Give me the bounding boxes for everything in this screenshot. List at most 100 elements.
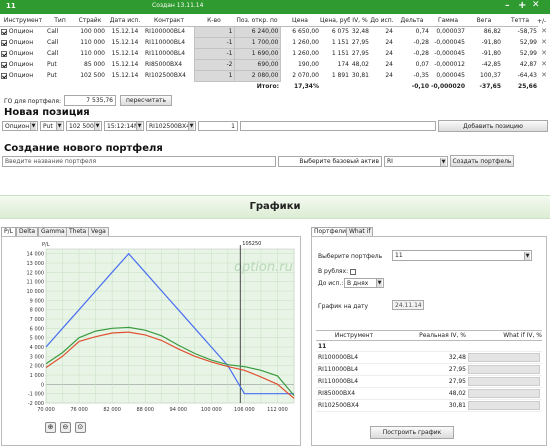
col-instrument[interactable]: Инструмент	[0, 16, 46, 27]
rub-checkbox[interactable]	[350, 268, 356, 275]
tab-gamma[interactable]: Gamma	[38, 227, 68, 236]
whatif-iv-field[interactable]	[468, 365, 540, 374]
x-tick-label: 106 000	[234, 407, 255, 413]
price-field[interactable]	[240, 121, 436, 131]
row-price-rub: 6 075	[331, 28, 349, 36]
go-value-field: 7 535,76	[64, 95, 116, 106]
delete-icon[interactable]: ✕	[538, 71, 550, 82]
tab-delta[interactable]: Delta	[16, 227, 39, 236]
whatif-iv-field[interactable]	[468, 353, 540, 362]
delete-icon[interactable]: ✕	[538, 38, 550, 49]
col-theta[interactable]: Тетта	[502, 16, 538, 27]
add-column-link[interactable]: +/-	[537, 18, 546, 25]
col-days[interactable]: До исп.	[370, 16, 394, 27]
add-position-button[interactable]: Добавить позицию	[438, 120, 548, 132]
row-contract: RI85000BX4	[145, 61, 183, 68]
row-iv: 27,95	[351, 50, 369, 57]
delete-icon[interactable]: ✕	[538, 49, 550, 60]
close-icon[interactable]: ✕	[532, 0, 540, 10]
col-gamma[interactable]: Гамма	[430, 16, 466, 27]
row-open-price[interactable]: 6 240,00	[233, 25, 281, 38]
row-delta: -0,35	[413, 72, 429, 79]
zoom-reset-icon[interactable]: ⊙	[74, 422, 86, 433]
whatif-real-iv: 32,48	[448, 354, 466, 361]
col-price[interactable]: Цена	[280, 16, 320, 27]
whatif-real-iv: 48,02	[448, 390, 466, 397]
kind-select[interactable]: Put ▼	[40, 121, 64, 131]
add-icon[interactable]: +	[518, 0, 526, 11]
delete-icon[interactable]: ✕	[538, 60, 550, 71]
row-open-price[interactable]: 1 690,00	[233, 47, 281, 60]
chart-date-field[interactable]: 24.11.14	[392, 300, 424, 310]
portfolio-name-field[interactable]: Введите название портфеля	[2, 156, 276, 167]
date-select[interactable]: 15:12:14М ▼	[104, 121, 144, 131]
row-days: 24	[385, 39, 393, 46]
row-vega: -91,80	[481, 39, 501, 46]
whatif-instrument: RI100000BL4	[318, 354, 359, 361]
row-qty[interactable]: -1	[193, 47, 235, 60]
contract-select[interactable]: RI102500BX4 ▼	[146, 121, 196, 131]
recalc-button[interactable]: пересчитать	[120, 95, 172, 106]
col-open[interactable]: Поз. откр. по	[234, 16, 280, 27]
qty-field[interactable]: 1	[198, 121, 238, 131]
y-tick-label: 3 000	[30, 354, 44, 360]
zoom-in-icon[interactable]: ⊕	[45, 422, 56, 433]
row-open-price[interactable]: 1 700,00	[233, 36, 281, 49]
row-contract: RI110000BL4	[145, 39, 186, 46]
col-type[interactable]: Тип	[46, 16, 74, 27]
row-price: 1 260,00	[292, 39, 319, 46]
row-instrument: Опцион	[8, 72, 34, 79]
row-qty[interactable]: -1	[193, 36, 235, 49]
row-contract: RI102500BX4	[145, 72, 186, 79]
instrument-select[interactable]: Опцион ▼	[2, 121, 38, 131]
table-header-row: Инструмент Реальная IV, % What if IV, %	[316, 330, 542, 341]
row-qty[interactable]: 1	[193, 25, 235, 38]
row-instrument: Опцион	[8, 50, 34, 57]
tab-whatif[interactable]: What if	[346, 227, 374, 236]
col-date[interactable]: Дата исп.	[106, 16, 144, 27]
row-checkbox[interactable]	[1, 61, 7, 68]
col-delta[interactable]: Дельта	[394, 16, 430, 27]
y-tick-label: 2 000	[30, 364, 44, 370]
asset-select[interactable]: RI ▼	[384, 156, 448, 167]
minimize-icon[interactable]: –	[505, 1, 510, 11]
row-checkbox[interactable]	[1, 39, 7, 46]
row-days: 24	[385, 50, 393, 57]
whatif-iv-field[interactable]	[468, 377, 540, 386]
contract-value: RI102500BX4	[149, 122, 190, 130]
row-theta: 52,99	[519, 39, 537, 46]
chevron-down-icon: ▼	[30, 122, 36, 130]
zoom-out-icon[interactable]: ⊖	[59, 422, 71, 433]
build-chart-button[interactable]: Построить график	[370, 426, 454, 439]
row-iv: 32,48	[351, 28, 369, 36]
row-checkbox[interactable]	[1, 28, 7, 35]
row-open-price[interactable]: 2 080,00	[233, 69, 281, 82]
col-strike[interactable]: Страйк	[74, 16, 106, 27]
whatif-iv-field[interactable]	[468, 401, 540, 410]
row-checkbox[interactable]	[1, 50, 7, 57]
whatif-iv-field[interactable]	[468, 389, 540, 398]
rub-label: В рублях:	[318, 268, 349, 275]
y-tick-label: 1 000	[30, 373, 44, 379]
row-qty[interactable]: 1	[193, 69, 235, 82]
days-select[interactable]: В днях ▼	[344, 278, 384, 288]
strike-select[interactable]: 102 500 ▼	[66, 121, 102, 131]
tab-vega[interactable]: Vega	[88, 227, 109, 236]
table-row: Опцион Call 100 000 15.12.14 RI100000BL4…	[0, 25, 538, 38]
col-qty[interactable]: К-во	[194, 16, 234, 27]
col-contract[interactable]: Контракт	[144, 16, 194, 27]
create-portfolio-button[interactable]: Создать портфель	[450, 155, 514, 167]
row-price-rub: 174	[337, 61, 349, 68]
row-checkbox[interactable]	[1, 72, 7, 79]
col-iv[interactable]: IV, %	[350, 16, 370, 27]
row-open-price[interactable]: 690,00	[233, 58, 281, 71]
table-row: Опцион Put 85 000 15.12.14 RI85000BX4 -2…	[0, 58, 538, 71]
col-vega[interactable]: Вега	[466, 16, 502, 27]
row-qty[interactable]: -2	[193, 58, 235, 71]
tab-theta[interactable]: Theta	[66, 227, 90, 236]
pl-chart: option.ru 14 000 13 000 12 000 11 000 10 000 9…	[27, 241, 295, 413]
row-iv: 48,02	[351, 61, 369, 68]
portfolio-select[interactable]: 11 ▼	[392, 250, 532, 261]
col-price-rub[interactable]: Цена, руб.	[320, 16, 350, 27]
delete-icon[interactable]: ✕	[538, 27, 550, 38]
